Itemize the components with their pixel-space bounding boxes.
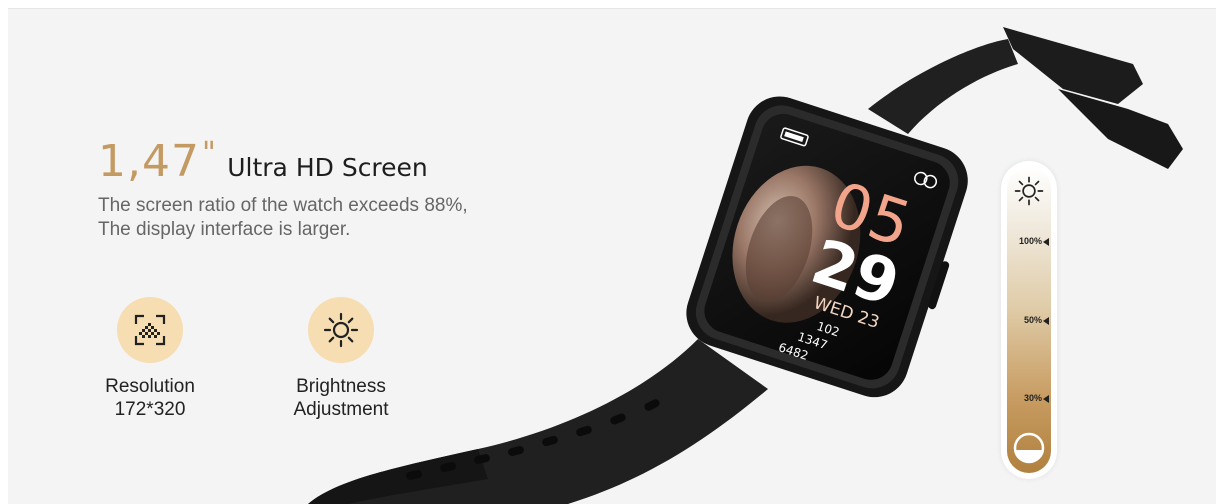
feature-resolution: Resolution 172*320	[80, 297, 220, 421]
brightness-level-100: 100%	[1019, 236, 1049, 246]
description-line-1: The screen ratio of the watch exceeds 88…	[98, 195, 468, 216]
brightness-icon	[308, 297, 374, 363]
headline: 1,47" Ultra HD Screen	[98, 136, 428, 187]
feature-resolution-label: Resolution	[105, 376, 195, 397]
brightness-scale: 100% 50% 30%	[1001, 161, 1057, 479]
resolution-icon	[117, 297, 183, 363]
brightness-scale-track: 100% 50% 30%	[1007, 167, 1051, 473]
brightness-level-30-label: 30%	[1023, 393, 1042, 403]
headline-title: Ultra HD Screen	[227, 153, 428, 182]
description: The screen ratio of the watch exceeds 88…	[98, 194, 468, 242]
sun-icon	[1013, 175, 1045, 212]
inch-mark: "	[201, 136, 217, 171]
screen-size: 1,47	[98, 136, 200, 187]
brightness-level-30: 30%	[1024, 393, 1049, 403]
dim-icon	[1012, 431, 1046, 470]
upper-strap	[868, 39, 1018, 134]
feature-brightness-label-2: Adjustment	[293, 399, 389, 420]
product-banner: 05 29 WED 23 102 1347 6482 1,47" Ultra H…	[8, 8, 1216, 504]
brightness-level-50: 50%	[1024, 315, 1049, 325]
brightness-level-100-label: 100%	[1018, 236, 1042, 246]
feature-resolution-value: 172*320	[114, 399, 186, 420]
brightness-level-50-label: 50%	[1023, 315, 1042, 325]
feature-brightness: Brightness Adjustment	[271, 297, 411, 421]
description-line-2: The display interface is larger.	[98, 219, 351, 240]
feature-brightness-label-1: Brightness	[296, 376, 386, 397]
